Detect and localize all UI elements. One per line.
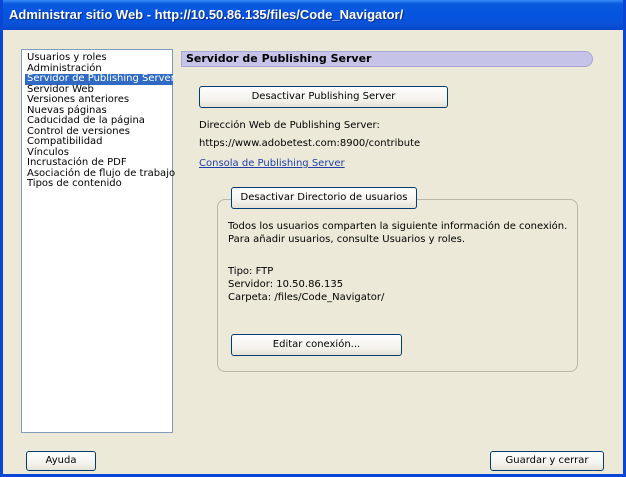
sidebar-item-versiones-anteriores[interactable]: Versiones anteriores — [26, 94, 172, 106]
address-value: https://www.adobetest.com:8900/contribut… — [199, 138, 421, 149]
console-link[interactable]: Consola de Publishing Server — [199, 158, 345, 169]
save-and-close-button[interactable]: Guardar y cerrar — [490, 451, 604, 471]
dialog-window: Administrar sitio Web - http://10.50.86.… — [0, 0, 626, 477]
directory-info-line1: Todos los usuarios comparten la siguient… — [228, 221, 568, 232]
section-header: Servidor de Publishing Server — [181, 51, 593, 67]
sidebar-item-compatibilidad[interactable]: Compatibilidad — [26, 136, 172, 148]
connection-server: Servidor: 10.50.86.135 — [228, 279, 344, 290]
deactivate-publishing-server-button[interactable]: Desactivar Publishing Server — [199, 86, 448, 108]
edit-connection-button[interactable]: Editar conexión... — [231, 334, 402, 356]
help-button[interactable]: Ayuda — [26, 451, 96, 471]
dialog-body: Usuarios y roles Administración Servidor… — [3, 30, 623, 474]
sidebar-item-incrustacion-pdf[interactable]: Incrustación de PDF — [26, 157, 172, 169]
category-list[interactable]: Usuarios y roles Administración Servidor… — [21, 49, 175, 433]
directory-info-line2: Para añadir usuarios, consulte Usuarios … — [228, 234, 466, 245]
sidebar-item-tipos-contenido[interactable]: Tipos de contenido — [26, 178, 172, 190]
sidebar-item-usuarios-y-roles[interactable]: Usuarios y roles — [26, 52, 172, 64]
sidebar-item-caducidad[interactable]: Caducidad de la página — [26, 115, 172, 127]
address-label: Dirección Web de Publishing Server: — [199, 120, 380, 131]
window-title: Administrar sitio Web - http://10.50.86.… — [3, 0, 623, 30]
connection-folder: Carpeta: /files/Code_Navigator/ — [228, 292, 385, 303]
deactivate-user-directory-button[interactable]: Desactivar Directorio de usuarios — [231, 187, 417, 209]
connection-type: Tipo: FTP — [228, 266, 274, 277]
sidebar-item-publishing-server[interactable]: Servidor de Publishing Server — [25, 73, 175, 85]
